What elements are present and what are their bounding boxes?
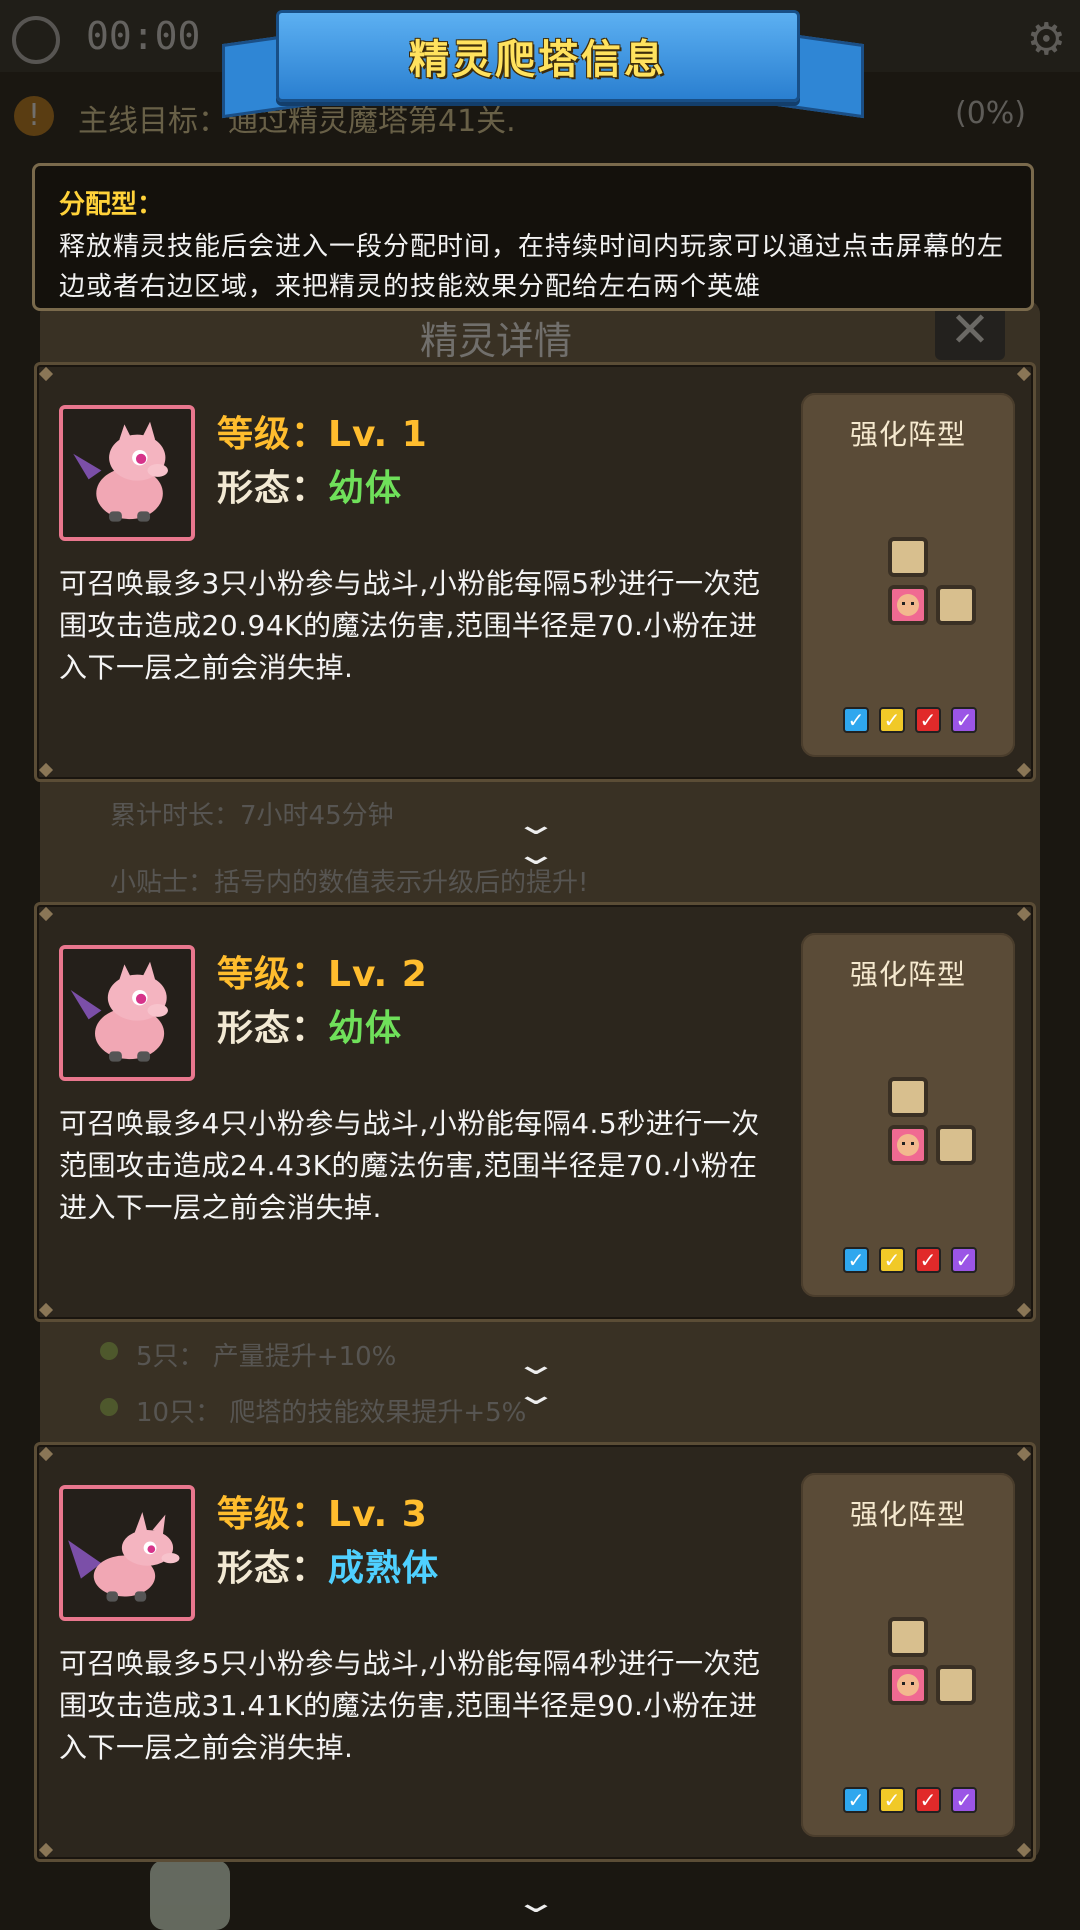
rivet: [1016, 1302, 1032, 1318]
form-value: 幼体: [328, 1008, 403, 1049]
chevron-down-icon: ⌄: [513, 837, 559, 872]
formation-panel: 强化阵型 ✓ ✓ ✓ ✓: [801, 933, 1015, 1297]
gear-icon: ⚙: [1026, 14, 1066, 65]
formation-title: 强化阵型: [849, 958, 966, 991]
info-text: 释放精灵技能后会进入一段分配时间，在持续时间内玩家可以通过点击屏幕的左边或者右边…: [59, 232, 1005, 302]
form-label: 形态：: [217, 1008, 329, 1049]
form-value: 幼体: [328, 468, 403, 509]
level-label: 等级：: [217, 954, 329, 995]
chevron-down-icon: ⌄: [513, 1347, 559, 1382]
check-purple-icon: ✓: [951, 707, 977, 733]
form-label: 形态：: [217, 1548, 329, 1589]
alert-icon: !: [14, 96, 54, 136]
bottom-button: [150, 1860, 230, 1930]
dragon-portrait: [59, 1485, 195, 1621]
hero-slot-icon: [888, 1125, 928, 1165]
level-value: Lv. 1: [328, 414, 428, 455]
title-banner: 精灵爬塔信息: [276, 10, 800, 102]
formation-slot: [936, 1125, 976, 1165]
check-yellow-icon: ✓: [879, 1247, 905, 1273]
level-line: 等级：Lv. 2: [217, 945, 428, 997]
level-card-2: 等级：Lv. 2 形态：幼体 可召唤最多4只小粉参与战斗,小粉能每隔4.5秒进行…: [34, 902, 1036, 1322]
background-panel-title: 精灵详情: [420, 319, 573, 363]
check-blue-icon: ✓: [843, 1247, 869, 1273]
chevron-down-icon: ⌄: [513, 807, 559, 842]
bullet-dot: [100, 1398, 118, 1416]
rivet: [1016, 1842, 1032, 1858]
rivet: [1016, 762, 1032, 778]
formation-slot: [936, 585, 976, 625]
check-yellow-icon: ✓: [879, 707, 905, 733]
element-checks: ✓ ✓ ✓ ✓: [843, 1787, 977, 1813]
check-red-icon: ✓: [915, 1247, 941, 1273]
chevron-down-icon: ⌄: [513, 1377, 559, 1412]
form-line: 形态：幼体: [217, 459, 402, 511]
rivet: [38, 1302, 54, 1318]
form-line: 形态：幼体: [217, 999, 402, 1051]
timer-text: 00:00: [86, 14, 201, 58]
goal-progress: (0%): [954, 96, 1026, 131]
level-line: 等级：Lv. 3: [217, 1485, 428, 1537]
level-value: Lv. 3: [328, 1494, 428, 1535]
rivet: [38, 366, 54, 382]
formation-slot: [888, 1617, 928, 1657]
form-line: 形态：成熟体: [217, 1539, 439, 1591]
skill-description: 可召唤最多4只小粉参与战斗,小粉能每隔4.5秒进行一次范围攻击造成24.43K的…: [59, 1107, 760, 1224]
rivet: [38, 1446, 54, 1462]
check-red-icon: ✓: [915, 707, 941, 733]
check-red-icon: ✓: [915, 1787, 941, 1813]
formation-panel: 强化阵型 ✓ ✓ ✓ ✓: [801, 1473, 1015, 1837]
rivet: [38, 1842, 54, 1858]
bg-line: 累计时长：7小时45分钟: [110, 801, 394, 831]
formation-title: 强化阵型: [849, 418, 966, 451]
form-value: 成熟体: [328, 1548, 440, 1589]
pink-dragon-icon: [68, 1512, 180, 1602]
element-checks: ✓ ✓ ✓ ✓: [843, 1247, 977, 1273]
skill-description: 可召唤最多5只小粉参与战斗,小粉能每隔4秒进行一次范围攻击造成31.41K的魔法…: [59, 1647, 761, 1764]
pink-dragon-icon: [70, 961, 168, 1062]
clock-icon: [12, 16, 60, 64]
level-label: 等级：: [217, 1494, 329, 1535]
bullet-dot: [100, 1342, 118, 1360]
check-purple-icon: ✓: [951, 1787, 977, 1813]
formation-title: 强化阵型: [849, 1498, 966, 1531]
pink-dragon-icon: [73, 421, 168, 522]
formation-slot: [888, 537, 928, 577]
level-card-1: 等级：Lv. 1 形态：幼体 可召唤最多3只小粉参与战斗,小粉能每隔5秒进行一次…: [34, 362, 1036, 782]
level-label: 等级：: [217, 414, 329, 455]
rivet: [1016, 366, 1032, 382]
chevron-down-icon[interactable]: ⌄: [486, 1888, 587, 1918]
check-yellow-icon: ✓: [879, 1787, 905, 1813]
check-purple-icon: ✓: [951, 1247, 977, 1273]
check-blue-icon: ✓: [843, 1787, 869, 1813]
rivet: [1016, 1446, 1032, 1462]
bg-line: 10只： 爬塔的技能效果提升+5%: [136, 1398, 527, 1428]
level-line: 等级：Lv. 1: [217, 405, 428, 457]
formation-slot: [936, 1665, 976, 1705]
level-value: Lv. 2: [328, 954, 428, 995]
level-card-3: 等级：Lv. 3 形态：成熟体 可召唤最多5只小粉参与战斗,小粉能每隔4秒进行一…: [34, 1442, 1036, 1862]
info-title: 分配型：: [59, 190, 164, 220]
form-label: 形态：: [217, 468, 329, 509]
formation-panel: 强化阵型 ✓ ✓ ✓ ✓: [801, 393, 1015, 757]
banner-title: 精灵爬塔信息: [409, 37, 667, 83]
dragon-portrait: [59, 405, 195, 541]
rivet: [38, 762, 54, 778]
element-checks: ✓ ✓ ✓ ✓: [843, 707, 977, 733]
bg-line: 5只： 产量提升+10%: [136, 1342, 397, 1372]
check-blue-icon: ✓: [843, 707, 869, 733]
dragon-portrait: [59, 945, 195, 1081]
rivet: [38, 906, 54, 922]
hero-slot-icon: [888, 585, 928, 625]
formation-slot: [888, 1077, 928, 1117]
rivet: [1016, 906, 1032, 922]
hero-slot-icon: [888, 1665, 928, 1705]
skill-description: 可召唤最多3只小粉参与战斗,小粉能每隔5秒进行一次范围攻击造成20.94K的魔法…: [59, 567, 761, 684]
info-box: 分配型： 释放精灵技能后会进入一段分配时间，在持续时间内玩家可以通过点击屏幕的左…: [32, 163, 1034, 311]
